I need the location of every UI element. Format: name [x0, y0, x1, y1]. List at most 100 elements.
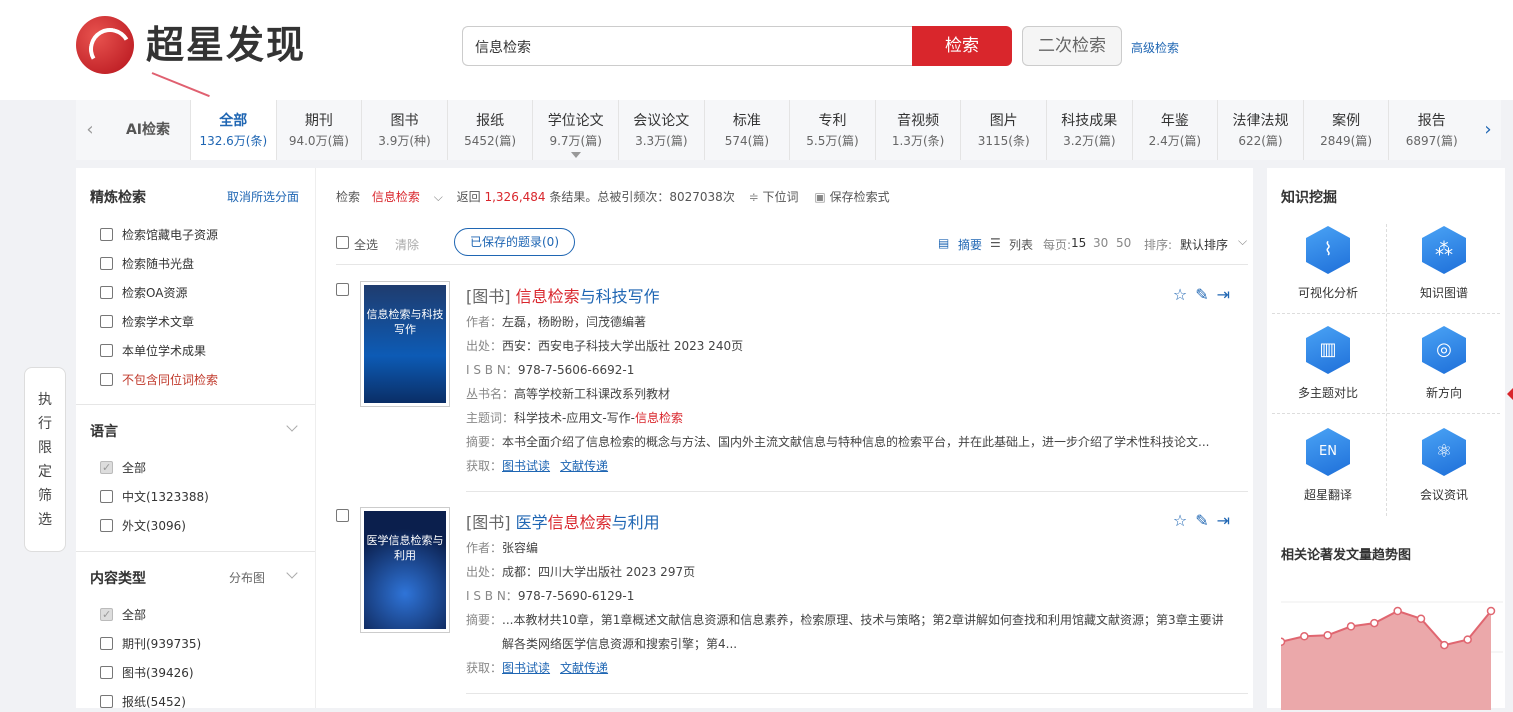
doc-delivery-link[interactable]: 文献传递 — [560, 661, 608, 675]
cancel-facets-link[interactable]: 取消所选分面 — [227, 188, 299, 205]
trend-point[interactable] — [1416, 614, 1426, 623]
record-checkbox[interactable] — [336, 283, 349, 296]
tab-item[interactable]: 全部 132.6万(条) — [190, 100, 276, 160]
tab-item[interactable]: 标准 574(篇) — [703, 100, 790, 160]
tool-conference-news[interactable]: ⚛ 会议资讯 — [1386, 428, 1502, 528]
language-option[interactable]: 中文(1323388) — [100, 487, 209, 507]
trend-point[interactable] — [1486, 606, 1496, 616]
tool-visual-analysis[interactable]: ⌇ 可视化分析 — [1270, 226, 1386, 326]
book-cover[interactable]: 医学信息检索与利用 — [360, 507, 450, 633]
trial-read-link[interactable]: 图书试读 — [502, 661, 550, 675]
checkbox[interactable] — [100, 637, 113, 650]
chevron-down-icon[interactable]: ⌵ — [434, 190, 443, 204]
collapse-handle[interactable] — [1507, 388, 1513, 400]
trend-point[interactable] — [1370, 618, 1379, 628]
checkbox[interactable] — [100, 286, 113, 299]
chevron-right-icon[interactable]: › — [1474, 100, 1502, 160]
refine-option[interactable]: 检索随书光盘 — [100, 254, 194, 274]
distribution-link[interactable]: 分布图 — [229, 569, 265, 586]
type-option[interactable]: 图书(39426) — [100, 663, 194, 683]
tool-knowledge-graph[interactable]: ⁂ 知识图谱 — [1386, 226, 1502, 326]
checkbox[interactable] — [100, 257, 113, 270]
caret-down-icon[interactable] — [570, 152, 581, 158]
type-option[interactable]: 期刊(939735) — [100, 634, 201, 654]
checkbox[interactable] — [100, 228, 113, 241]
record-title[interactable]: [图书] 信息检索与科技写作 — [466, 283, 660, 307]
trend-point[interactable] — [1300, 632, 1309, 641]
checkbox[interactable] — [100, 490, 113, 503]
refine-option[interactable]: 检索馆藏电子资源 — [100, 225, 218, 245]
chevron-left-icon[interactable]: ‹ — [76, 100, 104, 160]
checkbox[interactable] — [100, 605, 113, 625]
tab-item[interactable]: 期刊 94.0万(篇) — [275, 100, 362, 160]
language-option[interactable]: 全部 — [100, 458, 146, 478]
refine-option[interactable]: 不包含同位词检索 — [100, 370, 218, 390]
doc-delivery-link[interactable]: 文献传递 — [560, 459, 608, 473]
star-icon[interactable]: ☆ — [1173, 511, 1195, 530]
per-page-option[interactable]: 30 — [1093, 236, 1108, 250]
tab-item[interactable]: 音视频 1.3万(条) — [874, 100, 961, 160]
select-all-label[interactable]: 全选 — [354, 236, 378, 253]
tab-item[interactable]: 学位论文 9.7万(篇) — [532, 100, 618, 160]
abstract-view-icon[interactable]: ▤ — [938, 236, 949, 250]
list-view-icon[interactable]: ☰ — [990, 236, 1001, 250]
tab-item[interactable]: 科技成果 3.2万(篇) — [1046, 100, 1132, 160]
trend-point[interactable] — [1346, 622, 1356, 631]
advanced-search-link[interactable]: 高级检索 — [1131, 39, 1179, 56]
tab-item[interactable]: 年鉴 2.4万(篇) — [1131, 100, 1218, 160]
tool-translate[interactable]: EN 超星翻译 — [1270, 428, 1386, 528]
refine-option[interactable]: 检索学术文章 — [100, 312, 194, 332]
clear-button[interactable]: 清除 — [395, 236, 419, 253]
trend-point[interactable] — [1463, 635, 1472, 644]
language-option[interactable]: 外文(3096) — [100, 516, 186, 536]
tab-item[interactable]: 法律法规 622(篇) — [1217, 100, 1303, 160]
record-title[interactable]: [图书] 医学信息检索与利用 — [466, 509, 660, 533]
tab-item[interactable]: 专利 5.5万(篇) — [789, 100, 875, 160]
search-input[interactable]: 信息检索 — [462, 26, 912, 66]
tool-new-direction[interactable]: ◎ 新方向 — [1386, 326, 1502, 426]
trend-point[interactable] — [1440, 640, 1449, 650]
apply-filter-button[interactable]: 执 行 限 定 筛 选 — [24, 367, 66, 552]
star-icon[interactable]: ☆ — [1173, 285, 1195, 304]
list-view-button[interactable]: 列表 — [1009, 236, 1033, 253]
lower-term-link[interactable]: 下位词 — [763, 190, 799, 204]
search-button[interactable]: 检索 — [912, 26, 1012, 66]
checkbox[interactable] — [100, 519, 113, 532]
type-option[interactable]: 全部 — [100, 605, 146, 625]
share-icon[interactable]: ⇥ — [1217, 285, 1238, 304]
tab-item[interactable]: 报纸 5452(篇) — [446, 100, 533, 160]
checkbox[interactable] — [100, 315, 113, 328]
refine-option[interactable]: 本单位学术成果 — [100, 341, 206, 361]
trial-read-link[interactable]: 图书试读 — [502, 459, 550, 473]
checkbox[interactable] — [100, 666, 113, 679]
sort-select[interactable]: 默认排序 — [1180, 236, 1228, 253]
tab-ai-search[interactable]: AI检索 — [106, 100, 190, 160]
tab-item[interactable]: 会议论文 3.3万(篇) — [618, 100, 704, 160]
tab-item[interactable]: 图片 3115(条) — [960, 100, 1046, 160]
second-search-button[interactable]: 二次检索 — [1022, 26, 1122, 66]
edit-icon[interactable]: ✎ — [1195, 511, 1216, 530]
edit-icon[interactable]: ✎ — [1195, 285, 1216, 304]
chevron-down-icon[interactable] — [286, 567, 298, 579]
saved-records-button[interactable]: 已保存的题录(0) — [454, 228, 575, 256]
brand-logo[interactable]: 超星发现 — [76, 16, 326, 76]
abstract-view-button[interactable]: 摘要 — [958, 236, 982, 253]
share-icon[interactable]: ⇥ — [1217, 511, 1238, 530]
tool-topic-compare[interactable]: ▥ 多主题对比 — [1270, 326, 1386, 426]
chevron-down-icon[interactable] — [286, 420, 298, 432]
book-cover[interactable]: 信息检索与科技写作 — [360, 281, 450, 407]
per-page-option[interactable]: 50 — [1116, 236, 1131, 250]
trend-point[interactable] — [1323, 630, 1332, 640]
checkbox[interactable] — [100, 695, 113, 708]
trend-point[interactable] — [1393, 606, 1402, 616]
record-checkbox[interactable] — [336, 509, 349, 522]
tab-item[interactable]: 图书 3.9万(种) — [361, 100, 447, 160]
refine-option[interactable]: 检索OA资源 — [100, 283, 187, 303]
checkbox[interactable] — [100, 373, 113, 386]
trend-point[interactable] — [1281, 637, 1286, 647]
tab-item[interactable]: 报告 6897(篇) — [1388, 100, 1474, 160]
save-query-link[interactable]: 保存检索式 — [830, 190, 890, 204]
per-page-option[interactable]: 15 — [1071, 236, 1086, 250]
select-all-checkbox[interactable] — [336, 236, 349, 249]
tab-item[interactable]: 案例 2849(篇) — [1302, 100, 1389, 160]
